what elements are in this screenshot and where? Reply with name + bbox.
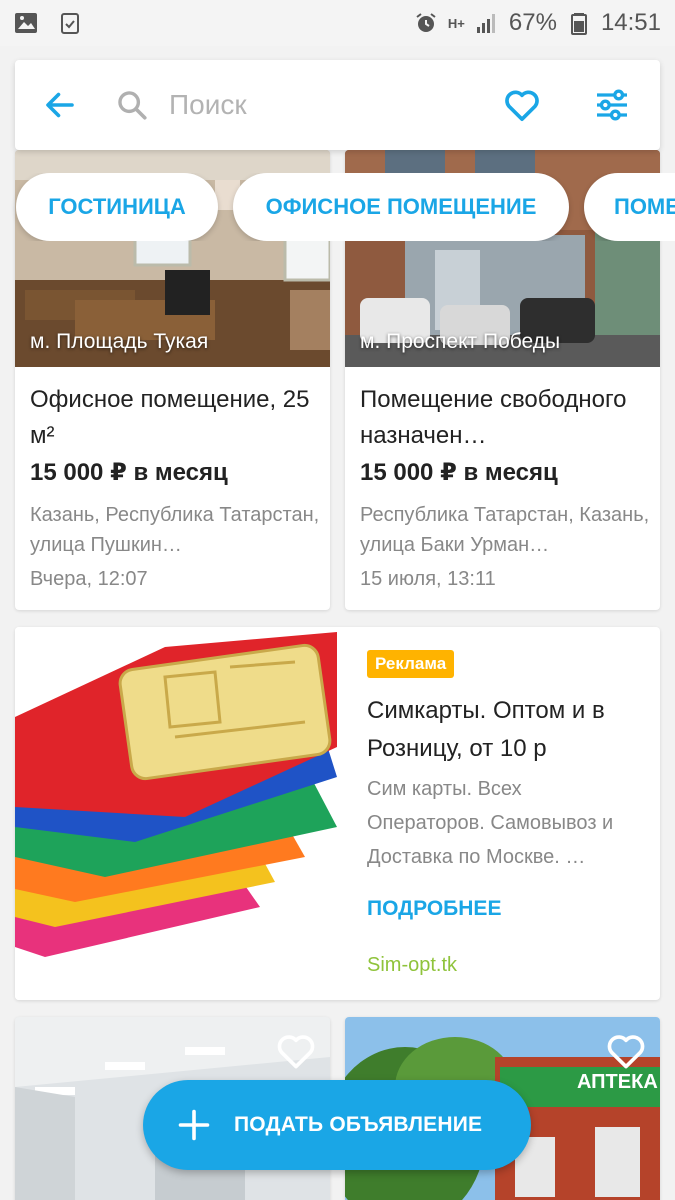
metro-station: м. Проспект Победы (360, 330, 561, 353)
search-input[interactable] (169, 89, 469, 121)
back-arrow-icon (46, 92, 74, 118)
ad-badge: Реклама (367, 650, 455, 678)
status-bar: H+ 67% 14:51 (0, 0, 675, 46)
heart-icon[interactable] (604, 1029, 648, 1073)
ad-description: Сим карты. Всех Операторов. Самовывоз и … (367, 778, 614, 868)
listing-address: Казань, Республика Татарстан, улица Пушк… (30, 504, 320, 556)
clock: 14:51 (600, 9, 661, 36)
listing-price: 15 000 ₽ в месяц (360, 459, 558, 486)
ad-image (15, 627, 337, 1000)
plus-icon (178, 1109, 210, 1141)
listing-price: 15 000 ₽ в месяц (30, 459, 228, 486)
battery-icon (570, 13, 587, 35)
ad-more-link[interactable]: ПОДРОБНЕЕ (367, 897, 501, 921)
chip-premises[interactable]: ПОМЕЩ (584, 173, 675, 241)
listing-address: Республика Татарстан, Казань, улица Баки… (360, 504, 650, 556)
post-ad-label: ПОДАТЬ ОБЪЯВЛЕНИЕ (234, 1113, 483, 1136)
filter-button[interactable] (582, 75, 642, 135)
chip-hotel[interactable]: ГОСТИНИЦА (16, 173, 218, 241)
metro-station: м. Площадь Тукая (30, 330, 209, 353)
ad-card[interactable]: Реклама Симкарты. Оптом и в Розницу, от … (15, 627, 660, 1000)
network-type: H+ (447, 15, 465, 31)
alarm-icon (416, 13, 436, 32)
heart-icon[interactable] (274, 1029, 318, 1073)
ad-site-link[interactable]: Sim-opt.tk (367, 954, 457, 977)
pharmacy-sign-text: АПТЕКА (577, 1071, 658, 1093)
listing-date: 15 июля, 13:11 (360, 568, 496, 590)
favorites-button[interactable] (492, 75, 552, 135)
gallery-icon (15, 13, 37, 33)
clipboard-check-icon (61, 13, 79, 34)
sliders-icon (597, 89, 627, 121)
ad-title: Симкарты. Оптом и в Розницу, от 10 р (367, 697, 605, 762)
back-button[interactable] (15, 60, 105, 150)
listing-date: Вчера, 12:07 (30, 568, 148, 590)
post-ad-button[interactable]: ПОДАТЬ ОБЪЯВЛЕНИЕ (143, 1080, 531, 1170)
category-chips: ГОСТИНИЦА ОФИСНОЕ ПОМЕЩЕНИЕ ПОМЕЩ (0, 173, 675, 241)
search-bar (15, 60, 660, 150)
search-icon (115, 85, 155, 125)
listing-title: Офисное помещение, 25 м² (30, 386, 310, 449)
battery-percent: 67% (508, 9, 557, 36)
signal-icon (476, 14, 495, 33)
chip-office[interactable]: ОФИСНОЕ ПОМЕЩЕНИЕ (233, 173, 569, 241)
heart-icon (505, 90, 539, 121)
listing-title: Помещение свободного назначен… (360, 386, 627, 449)
